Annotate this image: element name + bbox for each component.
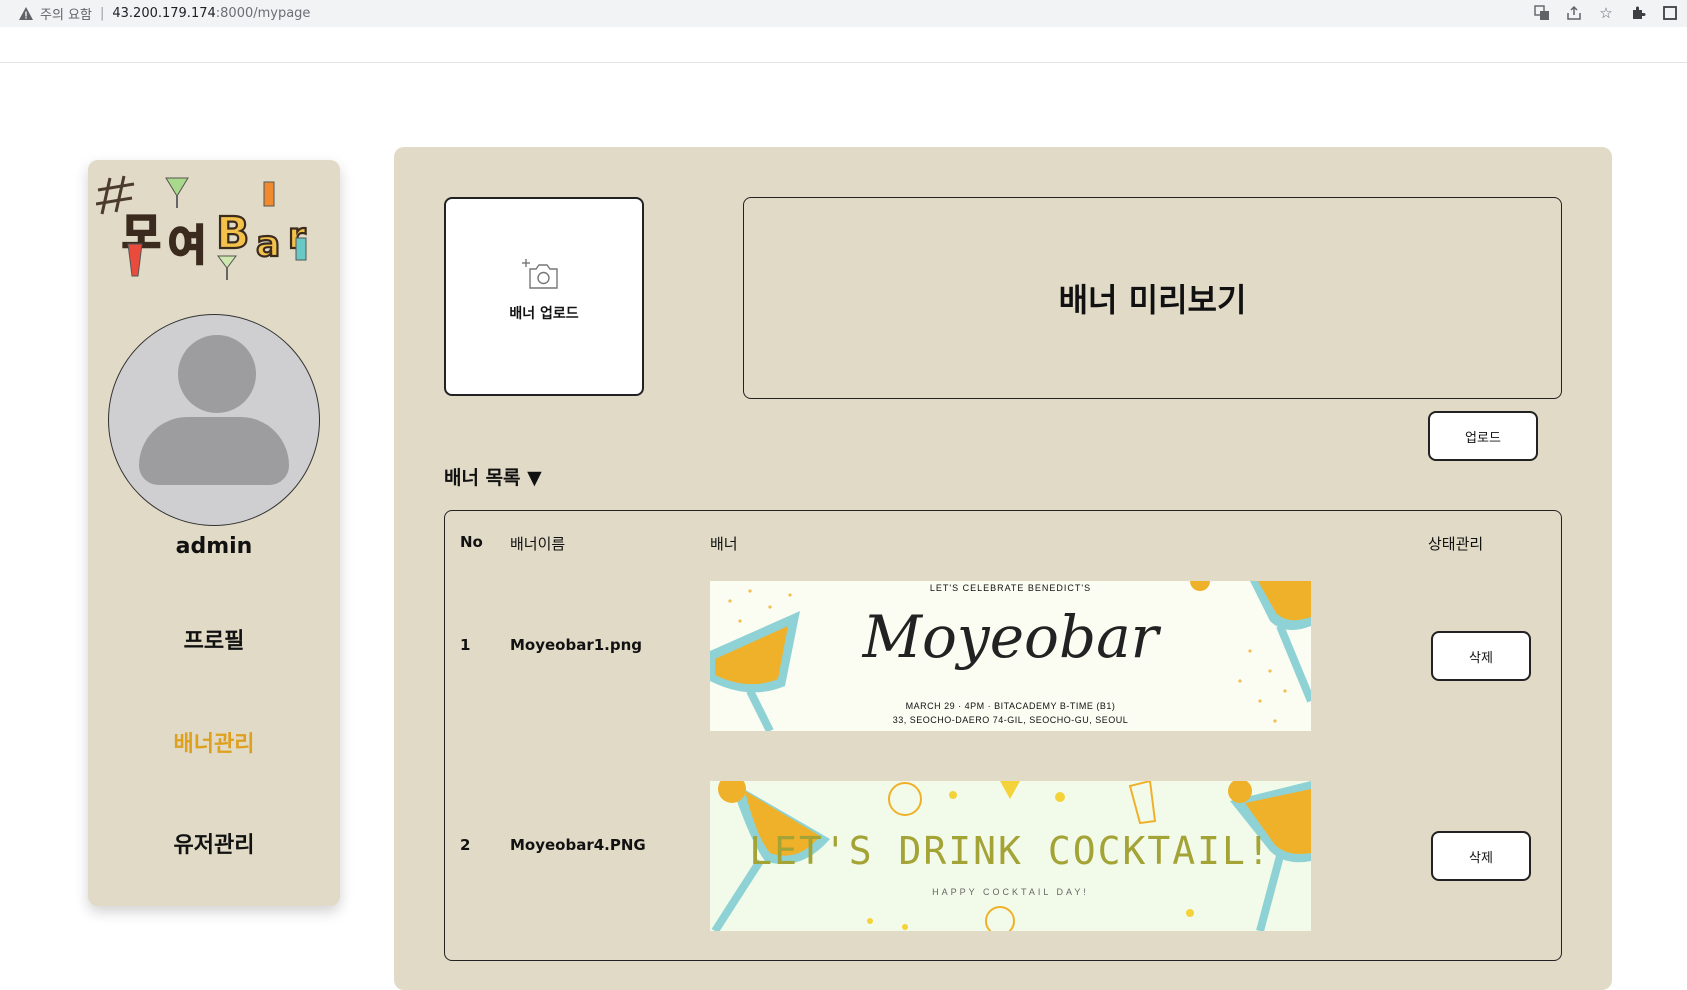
banner-2-title: LET'S DRINK COCKTAIL! <box>749 829 1272 873</box>
browser-toolbar: 주의 요함 | 43.200.179.174:8000/mypage ☆ <box>0 0 1687 27</box>
divider: | <box>99 6 105 21</box>
banner-table: No 배너이름 배너 상태관리 1 Moyeobar1.png LET'S CE… <box>444 510 1562 961</box>
header-banner-name: 배너이름 <box>510 535 566 553</box>
banner-2-subtitle: HAPPY COCKTAIL DAY! <box>932 887 1089 897</box>
header-banner: 배너 <box>710 535 738 553</box>
row-2-name: Moyeobar4.PNG <box>510 836 646 854</box>
url-host: 43.200.179.174 <box>112 6 216 21</box>
avatar <box>108 314 320 526</box>
warning-icon <box>19 6 33 20</box>
nav-profile[interactable]: 프로필 <box>88 623 340 655</box>
extension-icon[interactable] <box>1629 4 1647 22</box>
main-panel: 배너 업로드 배너 미리보기 업로드 배너 목록 ▼ No 배너이름 배너 상태… <box>394 147 1612 990</box>
banner-1-line-1: MARCH 29 · 4PM · BITACADEMY B-TIME (B1) <box>905 701 1116 711</box>
header-status: 상태관리 <box>1428 535 1484 553</box>
nav-banner-management[interactable]: 배너관리 <box>88 726 340 758</box>
browser-actions: ☆ <box>1533 4 1679 22</box>
header-no: No <box>460 533 483 551</box>
add-photo-icon <box>522 259 558 289</box>
svg-text:B: B <box>216 208 250 259</box>
sidebar: 모 여 B a r admin 프로필 배너관리 유저관리 <box>88 160 340 906</box>
banner-1-line-2: 33, SEOCHO-DAERO 74-GIL, SEOCHO-GU, SEOU… <box>892 715 1129 725</box>
nav-user-management[interactable]: 유저관리 <box>88 827 340 859</box>
url-path: :8000/mypage <box>215 6 311 21</box>
svg-text:a: a <box>256 224 280 265</box>
upload-button[interactable]: 업로드 <box>1428 411 1538 461</box>
svg-text:여: 여 <box>168 221 207 270</box>
header-divider <box>0 62 1687 63</box>
banner-preview: 배너 미리보기 <box>743 197 1562 399</box>
username: admin <box>175 534 253 559</box>
translate-icon[interactable] <box>1533 4 1551 22</box>
avatar-head <box>178 335 256 413</box>
row-1-name: Moyeobar1.png <box>510 636 643 654</box>
row-1-no: 1 <box>460 636 471 654</box>
banner-preview-label: 배너 미리보기 <box>1058 281 1247 319</box>
row-2-no: 2 <box>460 836 471 854</box>
banner-1-top-text: LET'S CELEBRATE BENEDICT'S <box>929 583 1092 593</box>
security-warning-text[interactable]: 주의 요함 <box>40 4 92 23</box>
avatar-body <box>139 417 289 485</box>
row-1-banner-image: LET'S CELEBRATE BENEDICT'S Moyeobar MARC… <box>710 581 1311 731</box>
row-2-delete-button[interactable]: 삭제 <box>1431 831 1531 881</box>
site-logo[interactable]: 모 여 B a r <box>96 168 336 290</box>
row-2-banner-image: LET'S DRINK COCKTAIL! HAPPY COCKTAIL DAY… <box>710 781 1311 931</box>
banner-1-title: Moyeobar <box>862 603 1159 671</box>
share-icon[interactable] <box>1565 4 1583 22</box>
banner-upload-box[interactable]: 배너 업로드 <box>444 197 644 396</box>
window-icon[interactable] <box>1661 4 1679 22</box>
banner-upload-label: 배너 업로드 <box>509 306 579 322</box>
row-1-delete-button[interactable]: 삭제 <box>1431 631 1531 681</box>
address-bar[interactable]: 주의 요함 | 43.200.179.174:8000/mypage <box>6 1 1616 26</box>
star-icon[interactable]: ☆ <box>1597 4 1615 22</box>
banner-list-toggle[interactable]: 배너 목록 ▼ <box>444 463 542 490</box>
